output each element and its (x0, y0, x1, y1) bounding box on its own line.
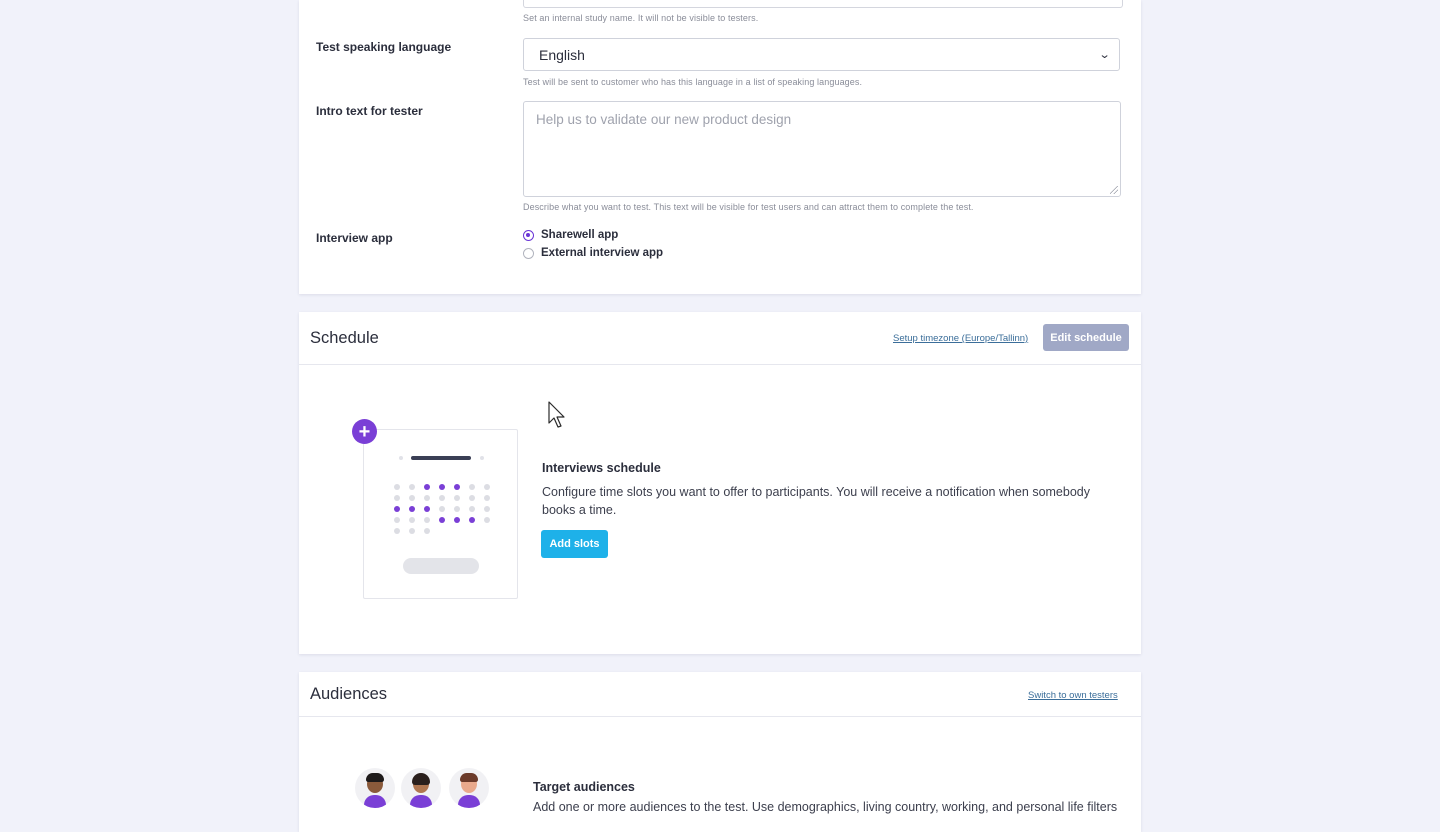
intro-help: Describe what you want to test. This tex… (523, 202, 974, 212)
radio-external-app[interactable]: External interview app (523, 247, 663, 259)
schedule-card: Schedule Setup timezone (Europe/Tallinn)… (299, 312, 1141, 654)
resize-grip-icon[interactable] (1110, 186, 1118, 194)
intro-textarea[interactable]: Help us to validate our new product desi… (523, 101, 1121, 197)
calendar-dot (394, 484, 400, 490)
calendar-dot (469, 495, 475, 501)
plus-icon[interactable]: + (352, 419, 377, 444)
cursor-arrow-icon (548, 401, 565, 428)
radio-external-label: External interview app (541, 247, 664, 259)
calendar-dot (469, 517, 475, 523)
add-slots-button[interactable]: Add slots (541, 530, 608, 558)
audiences-card: Audiences Switch to own testers Target a… (299, 672, 1141, 832)
calendar-dot (394, 517, 400, 523)
schedule-title: Schedule (310, 329, 379, 347)
calendar-dot (469, 484, 475, 490)
intro-placeholder: Help us to validate our new product desi… (536, 112, 792, 127)
calendar-dot (484, 484, 490, 490)
language-select[interactable]: English ⌄ (523, 38, 1120, 71)
calendar-dot (439, 506, 445, 512)
calendar-dot (454, 495, 460, 501)
avatar-hair (366, 773, 384, 782)
calendar-dot (484, 495, 490, 501)
illustration-dot (480, 456, 484, 460)
calendar-dot (424, 484, 430, 490)
radio-sharewell-label: Sharewell app (541, 229, 619, 241)
calendar-dot (469, 506, 475, 512)
target-audiences-description: Add one or more audiences to the test. U… (533, 800, 1118, 814)
calendar-dot (439, 495, 445, 501)
calendar-dot (439, 517, 445, 523)
calendar-dot (439, 484, 445, 490)
avatar-body (410, 795, 432, 808)
calendar-dot (409, 517, 415, 523)
audiences-header: Audiences Switch to own testers (299, 672, 1141, 717)
radio-unchecked-icon[interactable] (523, 247, 534, 259)
interview-app-label: Interview app (316, 231, 393, 245)
interviews-schedule-title: Interviews schedule (542, 461, 661, 475)
calendar-dot (394, 528, 400, 534)
edit-schedule-button[interactable]: Edit schedule (1043, 324, 1129, 351)
avatar-icon (401, 768, 441, 808)
chevron-down-icon: ⌄ (1098, 49, 1111, 61)
radio-sharewell-app[interactable]: Sharewell app (523, 229, 618, 241)
radio-checked-icon[interactable] (523, 229, 534, 241)
language-help: Test will be sent to customer who has th… (523, 77, 863, 87)
setup-timezone-link[interactable]: Setup timezone (Europe/Tallinn) (893, 333, 1028, 344)
calendar-dot (394, 506, 400, 512)
calendar-dot (409, 484, 415, 490)
calendar-dot (409, 495, 415, 501)
schedule-header: Schedule Setup timezone (Europe/Tallinn)… (299, 312, 1141, 365)
calendar-dot (484, 517, 490, 523)
avatar-hair (460, 773, 478, 782)
calendar-dot (424, 506, 430, 512)
calendar-dot (454, 484, 460, 490)
calendar-dot (424, 517, 430, 523)
illustration-dot (399, 456, 403, 460)
calendar-dot (484, 506, 490, 512)
interviews-schedule-description: Configure time slots you want to offer t… (542, 485, 1090, 517)
illustration-pill (403, 558, 479, 574)
avatar-body (458, 795, 480, 808)
calendar-dot (409, 506, 415, 512)
target-audiences-title: Target audiences (533, 780, 635, 794)
audiences-title: Audiences (310, 685, 388, 703)
calendar-dot (424, 528, 430, 534)
calendar-dot (394, 495, 400, 501)
study-settings-card: Set an internal study name. It will not … (299, 0, 1141, 294)
switch-own-testers-link[interactable]: Switch to own testers (1028, 690, 1118, 701)
avatar-hair (412, 773, 430, 785)
language-select-value: English (539, 46, 585, 63)
calendar-dot (424, 495, 430, 501)
study-name-help: Set an internal study name. It will not … (523, 13, 759, 23)
language-label: Test speaking language (316, 40, 452, 54)
study-name-input[interactable] (523, 0, 1123, 8)
avatar-body (364, 795, 386, 808)
calendar-dot (454, 506, 460, 512)
calendar-dot (409, 528, 415, 534)
avatar-icon (355, 768, 395, 808)
calendar-illustration (363, 429, 518, 599)
intro-label: Intro text for tester (316, 104, 423, 118)
calendar-dot (454, 517, 460, 523)
avatar-icon (449, 768, 489, 808)
illustration-bar (411, 456, 471, 460)
